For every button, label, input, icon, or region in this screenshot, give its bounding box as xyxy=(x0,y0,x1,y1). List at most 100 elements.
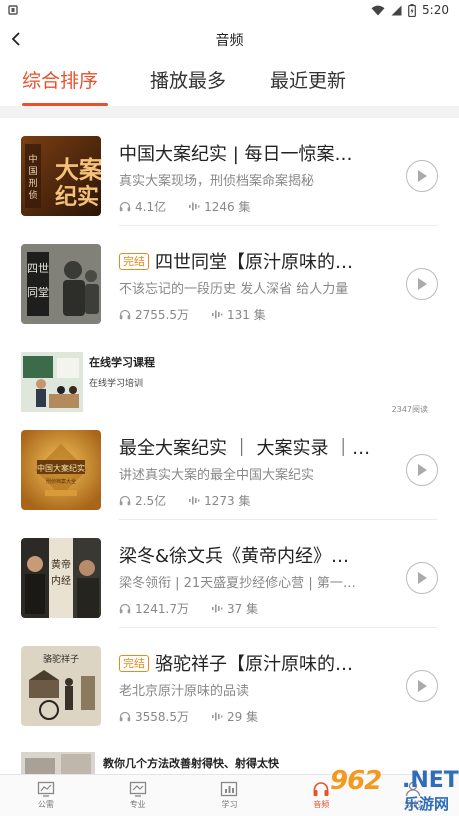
item-title: 最全大案纪实 ｜ 大案实录 ｜… xyxy=(119,438,371,459)
status-bar: 5:20 xyxy=(0,0,459,20)
waveform-icon xyxy=(189,496,200,505)
item-title: 四世同堂【原汁原味的… xyxy=(155,252,353,273)
item-description: 梁冬领衔 | 21天盛夏抄经修心营 | 第一… xyxy=(119,576,356,591)
episode-count: 131 集 xyxy=(227,308,266,322)
waveform-icon xyxy=(212,604,223,613)
waveform-icon xyxy=(189,202,200,211)
ad-image xyxy=(21,752,95,774)
play-icon xyxy=(418,170,427,182)
chart-board-icon xyxy=(37,781,55,797)
ad-subtitle: 在线学习培训 xyxy=(89,379,144,389)
cover-image: 骆驼祥子 xyxy=(21,646,101,726)
play-button[interactable] xyxy=(406,454,438,486)
tab-most-played[interactable]: 播放最多 xyxy=(150,66,226,93)
play-count: 2755.5万 xyxy=(135,308,189,322)
cover-image: 黄帝 内经 xyxy=(21,538,101,618)
svg-text:刑侦档案大全: 刑侦档案大全 xyxy=(46,478,76,485)
ad-banner[interactable]: 在线学习课程 在线学习培训 2347阅读 xyxy=(0,338,459,414)
play-button[interactable] xyxy=(406,670,438,702)
nav-item-public[interactable]: 公需 xyxy=(0,775,92,816)
item-description: 老北京原汁原味的品读 xyxy=(119,684,250,699)
audio-item[interactable]: 中 国 刑 侦 大案 纪实 中国大案纪实 | 每日一惊案… 真实大案现场，刑侦档… xyxy=(0,118,459,226)
item-title: 中国大案纪实 | 每日一惊案… xyxy=(119,144,353,165)
ad-title: 教你几个方法改善射得快、射得太快 xyxy=(103,757,279,770)
play-button[interactable] xyxy=(406,268,438,300)
ad-image xyxy=(21,352,83,412)
status-time: 5:20 xyxy=(422,3,449,17)
item-meta: 2.5亿 1273 集 xyxy=(119,492,272,509)
battery-icon xyxy=(408,3,416,17)
svg-text:中国大案纪实: 中国大案纪实 xyxy=(37,463,85,473)
svg-text:骆驼祥子: 骆驼祥子 xyxy=(43,653,79,665)
play-icon xyxy=(418,278,427,290)
nav-label: 学习 xyxy=(221,800,238,809)
audio-item[interactable]: 骆驼祥子 完结 骆驼祥子【原汁原味的… 老北京原汁原味的品读 3558.5万 2… xyxy=(0,628,459,736)
audio-item[interactable]: 黄帝 内经 梁冬&徐文兵《黄帝内经》… 梁冬领衔 | 21天盛夏抄经修心营 | … xyxy=(0,520,459,628)
item-title: 骆驼祥子【原汁原味的… xyxy=(155,654,353,675)
watermark-site: 乐游网 xyxy=(404,795,450,813)
headphones-icon xyxy=(119,711,131,722)
status-badge: 完结 xyxy=(119,252,149,270)
item-meta: 1241.7万 37 集 xyxy=(119,600,280,617)
item-meta: 4.1亿 1246 集 xyxy=(119,198,272,215)
play-button[interactable] xyxy=(406,160,438,192)
nav-label: 公需 xyxy=(37,800,54,809)
svg-text:侦: 侦 xyxy=(28,190,37,201)
nav-item-study[interactable]: 学习 xyxy=(184,775,276,816)
svg-text:同堂: 同堂 xyxy=(27,286,49,299)
item-title: 梁冬&徐文兵《黄帝内经》… xyxy=(119,546,350,567)
sort-tabs: 综合排序 播放最多 最近更新 xyxy=(0,62,459,106)
nav-item-professional[interactable]: 专业 xyxy=(92,775,184,816)
audio-item[interactable]: 四世 同堂 完结 四世同堂【原汁原味的… 不该忘记的一段历史 发人深省 给人力量… xyxy=(0,226,459,334)
svg-text:国: 国 xyxy=(28,166,37,177)
nav-bar: 音频 xyxy=(0,22,459,56)
play-count: 1241.7万 xyxy=(135,602,189,616)
play-count: 2.5亿 xyxy=(135,494,167,508)
site-watermark: 962 .NET 乐游网 xyxy=(318,762,459,816)
cover-image: 中国大案纪实 刑侦档案大全 xyxy=(21,430,101,510)
headphones-icon xyxy=(119,201,131,212)
episode-count: 1246 集 xyxy=(204,200,251,214)
nav-label: 专业 xyxy=(129,800,146,809)
episode-count: 37 集 xyxy=(227,602,259,616)
headphones-icon xyxy=(119,309,131,320)
waveform-icon xyxy=(212,712,223,721)
svg-text:内经: 内经 xyxy=(51,574,71,587)
watermark-number: 962 xyxy=(330,766,382,796)
svg-text:四世: 四世 xyxy=(27,262,49,275)
cover-image: 中 国 刑 侦 大案 纪实 xyxy=(21,136,101,216)
notification-icon xyxy=(8,5,18,15)
svg-text:黄帝: 黄帝 xyxy=(51,558,71,571)
play-button[interactable] xyxy=(406,562,438,594)
tab-recently-updated[interactable]: 最近更新 xyxy=(270,66,346,93)
item-description: 真实大案现场，刑侦档案命案揭秘 xyxy=(119,174,315,189)
play-icon xyxy=(418,572,427,584)
item-description: 讲述真实大案的最全中国大案纪实 xyxy=(119,468,315,483)
section-divider xyxy=(0,106,459,118)
page-title: 音频 xyxy=(215,33,244,49)
item-meta: 3558.5万 29 集 xyxy=(119,708,280,725)
svg-text:中: 中 xyxy=(28,153,37,165)
audio-item[interactable]: 中国大案纪实 刑侦档案大全 最全大案纪实 ｜ 大案实录 ｜… 讲述真实大案的最全… xyxy=(0,412,459,520)
signal-icon xyxy=(391,5,402,15)
play-icon xyxy=(418,464,427,476)
tab-comprehensive[interactable]: 综合排序 xyxy=(22,66,98,93)
item-meta: 2755.5万 131 集 xyxy=(119,306,288,323)
ad-title: 在线学习课程 xyxy=(89,356,155,369)
watermark-domain: .NET xyxy=(402,768,459,793)
trend-board-icon xyxy=(129,781,146,797)
headphones-icon xyxy=(119,603,131,614)
wifi-icon xyxy=(371,5,385,15)
item-description: 不该忘记的一段历史 发人深省 给人力量 xyxy=(119,282,349,297)
cover-image: 四世 同堂 xyxy=(21,244,101,324)
episode-count: 1273 集 xyxy=(204,494,251,508)
svg-text:大案: 大案 xyxy=(55,155,101,184)
play-icon xyxy=(418,680,427,692)
status-badge: 完结 xyxy=(119,654,149,672)
svg-text:纪实: 纪实 xyxy=(55,184,99,210)
headphones-icon xyxy=(119,495,131,506)
svg-text:刑: 刑 xyxy=(28,178,37,189)
play-count: 3558.5万 xyxy=(135,710,189,724)
waveform-icon xyxy=(212,310,223,319)
play-count: 4.1亿 xyxy=(135,200,167,214)
